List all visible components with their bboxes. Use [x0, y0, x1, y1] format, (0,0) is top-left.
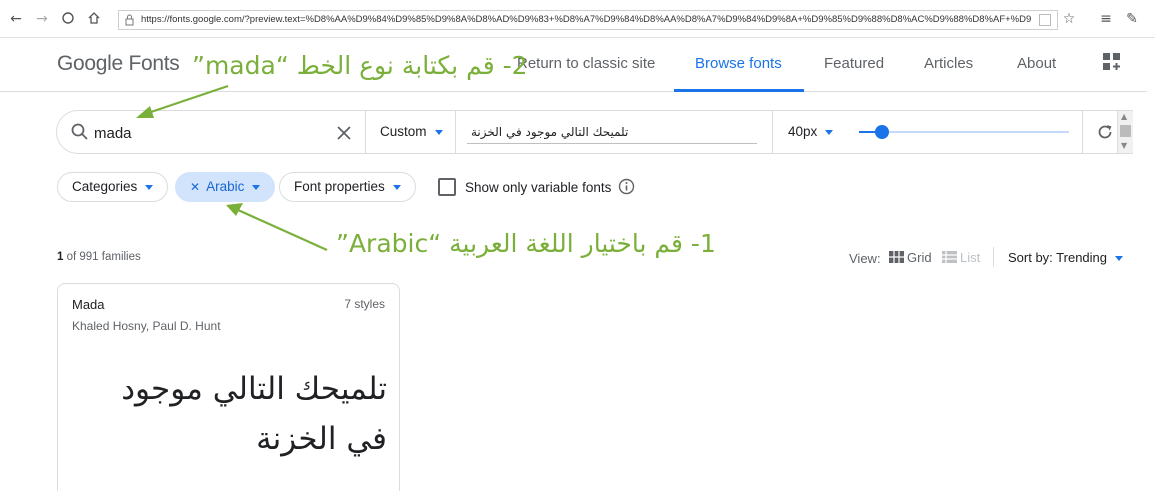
- variable-fonts-label[interactable]: Show only variable fonts: [465, 180, 611, 195]
- font-card-mada[interactable]: Mada 7 styles Khaled Hosny, Paul D. Hunt…: [57, 283, 400, 491]
- chevron-down-icon: [252, 184, 261, 190]
- favorite-star-icon[interactable]: ☆: [1061, 11, 1077, 27]
- divider: [1082, 111, 1083, 153]
- view-label: View:: [849, 251, 881, 266]
- nav-classic-site[interactable]: Return to classic site: [517, 55, 655, 72]
- font-size-label: 40px: [788, 124, 818, 139]
- font-family-name: Mada: [72, 297, 105, 312]
- sort-label: Sort by: Trending: [1008, 250, 1107, 265]
- chevron-down-icon: [825, 129, 834, 135]
- chevron-down-icon: [145, 184, 154, 190]
- divider: [772, 111, 773, 153]
- list-view-button[interactable]: List: [942, 250, 980, 265]
- language-label: Arabic: [206, 179, 245, 194]
- google-fonts-logo[interactable]: Google Fonts: [57, 52, 180, 76]
- grid-icon: [889, 251, 904, 263]
- active-tab-indicator: [674, 89, 804, 92]
- annotation-step-1: 1- قم باختيار اللغة العربية “Arabic”: [336, 229, 716, 258]
- toolbar-scrollbar[interactable]: ▲ ▼: [1117, 111, 1133, 153]
- nav-about[interactable]: About: [1017, 55, 1056, 72]
- reload-icon[interactable]: [60, 11, 76, 27]
- variable-fonts-checkbox[interactable]: [438, 178, 456, 196]
- search-toolbar: Custom 40px: [56, 110, 1133, 154]
- results-count-suffix: of 991 families: [63, 251, 141, 263]
- browser-toolbar: ← → https://fonts.google.com/?preview.te…: [0, 0, 1155, 38]
- reset-icon[interactable]: [1095, 122, 1115, 142]
- preview-mode-dropdown[interactable]: Custom: [380, 124, 443, 139]
- grid-view-button[interactable]: Grid: [889, 250, 932, 265]
- font-properties-label: Font properties: [294, 179, 385, 194]
- list-icon: [942, 251, 957, 263]
- scrollbar-thumb[interactable]: [1120, 125, 1131, 137]
- categories-filter[interactable]: Categories: [57, 172, 169, 202]
- annotation-arrowhead-arabic: [226, 203, 243, 216]
- back-icon[interactable]: ←: [8, 11, 24, 27]
- home-icon[interactable]: [86, 11, 102, 27]
- font-size-dropdown[interactable]: 40px: [788, 124, 834, 139]
- annotation-arrow-arabic: [237, 208, 328, 252]
- preview-text-input[interactable]: [467, 120, 757, 144]
- selected-families-icon[interactable]: [1102, 52, 1122, 72]
- font-preview-text: تلميحك التالي موجود في الخزنة: [121, 371, 387, 457]
- font-properties-filter[interactable]: Font properties: [279, 172, 416, 202]
- nav-articles[interactable]: Articles: [924, 55, 973, 72]
- lock-icon: [125, 14, 134, 26]
- forward-icon[interactable]: →: [34, 11, 50, 27]
- grid-view-label: Grid: [907, 250, 932, 265]
- list-view-label: List: [960, 250, 981, 265]
- search-icon: [71, 123, 88, 140]
- annotation-step-2: 2- قم بكتابة نوع الخط “mada”: [192, 51, 528, 80]
- divider: [455, 111, 456, 153]
- site-header: Google Fonts Return to classic site Brow…: [0, 38, 1147, 92]
- results-count: 1 of 991 families: [57, 251, 141, 263]
- search-input[interactable]: [94, 123, 324, 143]
- pen-icon[interactable]: ✎: [1124, 11, 1140, 27]
- nav-browse-fonts[interactable]: Browse fonts: [695, 55, 782, 72]
- divider: [993, 247, 994, 267]
- scroll-up-icon[interactable]: ▲: [1121, 112, 1127, 121]
- url-text: https://fonts.google.com/?preview.text=%…: [141, 14, 1031, 25]
- font-size-slider-track[interactable]: [859, 131, 1069, 133]
- language-filter-arabic[interactable]: ✕ Arabic: [175, 172, 276, 202]
- clear-search-icon[interactable]: [333, 122, 355, 144]
- reading-view-icon[interactable]: [1039, 14, 1051, 26]
- preview-mode-label: Custom: [380, 124, 427, 139]
- info-icon[interactable]: [618, 178, 635, 195]
- address-bar[interactable]: https://fonts.google.com/?preview.text=%…: [118, 10, 1058, 30]
- divider: [365, 111, 366, 153]
- remove-filter-icon[interactable]: ✕: [190, 180, 200, 194]
- categories-label: Categories: [72, 179, 138, 194]
- sort-dropdown[interactable]: Sort by: Trending: [1008, 250, 1123, 265]
- chevron-down-icon: [392, 184, 401, 190]
- nav-featured[interactable]: Featured: [824, 55, 884, 72]
- chevron-down-icon: [1115, 256, 1123, 262]
- favorites-list-icon[interactable]: ≡: [1098, 11, 1114, 27]
- scroll-down-icon[interactable]: ▼: [1121, 141, 1127, 150]
- font-styles-count: 7 styles: [344, 297, 385, 311]
- font-authors: Khaled Hosny, Paul D. Hunt: [72, 319, 221, 333]
- font-size-slider-thumb[interactable]: [875, 125, 890, 139]
- chevron-down-icon: [434, 129, 443, 135]
